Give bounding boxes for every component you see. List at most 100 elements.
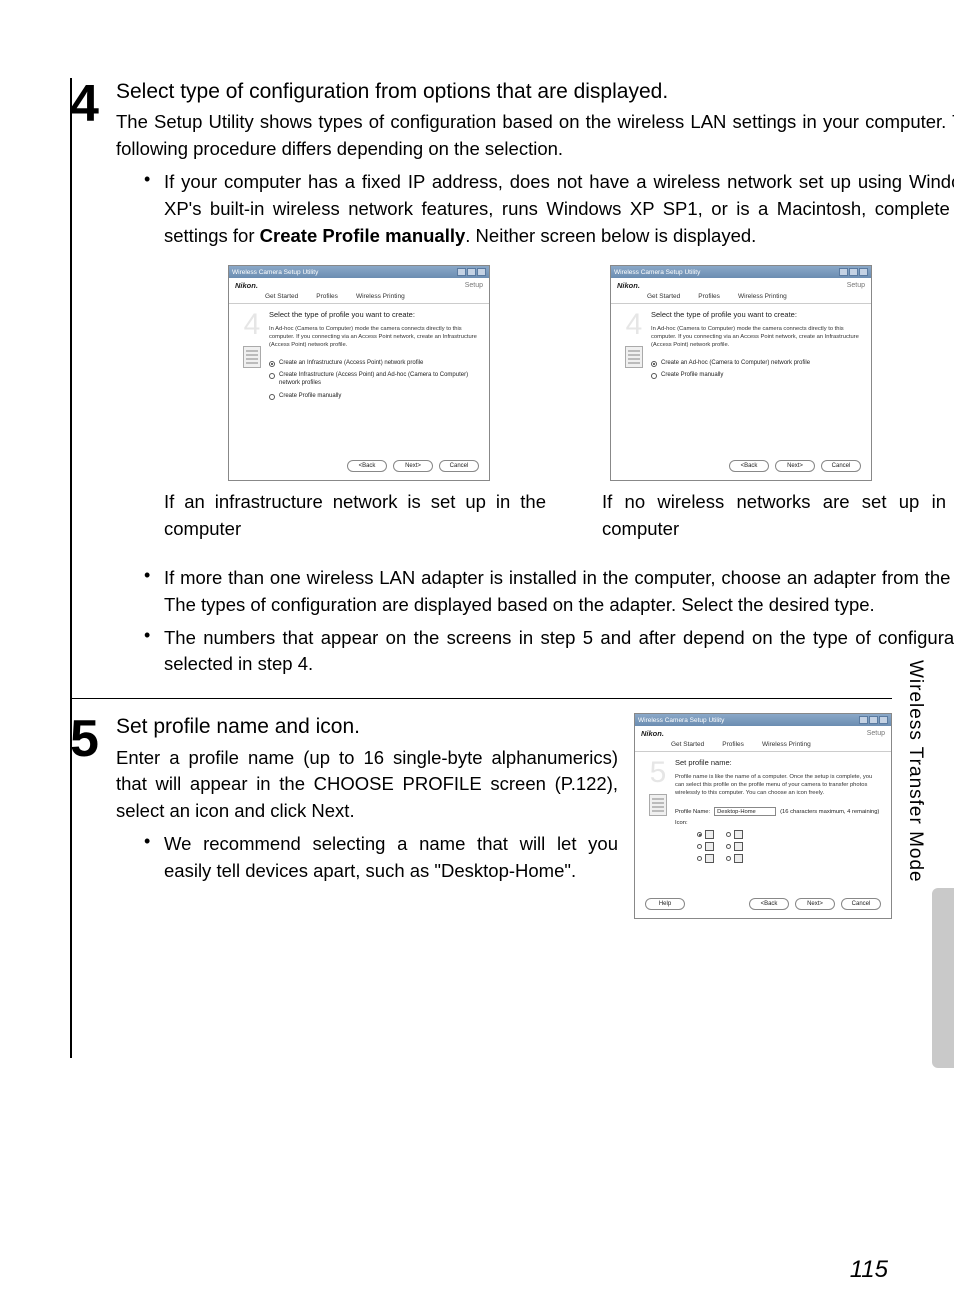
radio-adhoc[interactable]: Create an Ad-hoc (Camera to Computer) ne… bbox=[651, 360, 861, 368]
step-4-title: Select type of configuration from option… bbox=[116, 78, 954, 105]
next-button[interactable]: Next> bbox=[795, 898, 835, 910]
step-5-bullet-1: • We recommend selecting a name that wil… bbox=[144, 831, 618, 885]
min-icon bbox=[457, 268, 466, 276]
icon-opt-1[interactable] bbox=[697, 830, 714, 839]
next-button[interactable]: Next> bbox=[775, 460, 815, 472]
dlg-tabs[interactable]: Get Started Profiles Wireless Printing bbox=[229, 290, 489, 304]
brand-logo: Nikon. bbox=[235, 281, 258, 290]
pc-icon bbox=[649, 794, 667, 816]
dlg-heading: Select the type of profile you want to c… bbox=[651, 310, 861, 320]
step-5-title: Set profile name and icon. bbox=[116, 713, 618, 740]
setup-label: Setup bbox=[465, 282, 483, 289]
step-4-dialogs: Wireless Camera Setup Utility Nikon. Set… bbox=[116, 265, 954, 481]
building-icon bbox=[705, 842, 714, 851]
side-section-label: Wireless Transfer Mode bbox=[904, 660, 926, 883]
tab-wireless-printing[interactable]: Wireless Printing bbox=[762, 741, 811, 751]
step-4-desc: The Setup Utility shows types of configu… bbox=[116, 109, 954, 163]
page-number: 115 bbox=[850, 1256, 888, 1284]
dlg-title: Wireless Camera Setup Utility bbox=[232, 269, 318, 276]
icon-opt-2[interactable] bbox=[697, 842, 714, 851]
server-icon bbox=[734, 854, 743, 863]
b1-post: . Neither screen below is displayed. bbox=[465, 225, 756, 246]
pc-icon bbox=[243, 346, 261, 368]
d5-post: . bbox=[349, 800, 354, 821]
icon-opt-6[interactable] bbox=[726, 854, 743, 863]
tab-get-started[interactable]: Get Started bbox=[647, 293, 680, 303]
dlg-title: Wireless Camera Setup Utility bbox=[638, 717, 724, 724]
dlg-titlebar: Wireless Camera Setup Utility bbox=[611, 266, 871, 278]
dlg5-hint: Profile name is like the name of a compu… bbox=[675, 774, 881, 797]
dlg-titlebar: Wireless Camera Setup Utility bbox=[229, 266, 489, 278]
step-watermark-4: 4 bbox=[626, 310, 643, 340]
max-icon bbox=[467, 268, 476, 276]
pc-icon bbox=[625, 346, 643, 368]
dialog-profile-name: Wireless Camera Setup Utility Nikon. Set… bbox=[634, 713, 892, 919]
icon-grid bbox=[697, 830, 881, 863]
office-icon bbox=[705, 854, 714, 863]
d5-b1: CHOOSE PROFILE bbox=[314, 773, 482, 794]
tab-get-started[interactable]: Get Started bbox=[265, 293, 298, 303]
caption-right: If no wireless networks are set up in th… bbox=[602, 489, 954, 543]
dlg-hint: In Ad-hoc (Camera to Computer) mode the … bbox=[269, 326, 479, 349]
profile-name-label: Profile Name: bbox=[675, 809, 710, 815]
tab-profiles[interactable]: Profiles bbox=[722, 741, 744, 751]
back-button[interactable]: <Back bbox=[729, 460, 769, 472]
caption-left: If an infrastructure network is set up i… bbox=[164, 489, 546, 543]
next-button[interactable]: Next> bbox=[393, 460, 433, 472]
tab-wireless-printing[interactable]: Wireless Printing bbox=[356, 293, 405, 303]
cancel-button[interactable]: Cancel bbox=[821, 460, 861, 472]
step-5-desc: Enter a profile name (up to 16 single-by… bbox=[116, 745, 618, 825]
icon-label: Icon: bbox=[675, 820, 715, 826]
laptop-icon bbox=[734, 842, 743, 851]
dlg5-heading: Set profile name: bbox=[675, 758, 881, 768]
step-4-number: 4 bbox=[70, 78, 116, 678]
cancel-button[interactable]: Cancel bbox=[439, 460, 479, 472]
step-4: 4 Select type of configuration from opti… bbox=[70, 78, 892, 678]
dlg-heading: Select the type of profile you want to c… bbox=[269, 310, 479, 320]
radio-manual[interactable]: Create Profile manually bbox=[651, 372, 861, 380]
min-icon bbox=[859, 716, 868, 724]
setup-label: Setup bbox=[847, 282, 865, 289]
cancel-button[interactable]: Cancel bbox=[841, 898, 881, 910]
back-button[interactable]: <Back bbox=[347, 460, 387, 472]
min-icon bbox=[839, 268, 848, 276]
house-icon bbox=[705, 830, 714, 839]
icon-opt-5[interactable] bbox=[726, 842, 743, 851]
profile-name-input[interactable]: Desktop-Home bbox=[714, 807, 776, 816]
step-watermark-5: 5 bbox=[650, 758, 667, 788]
dlg-tabs[interactable]: Get Started Profiles Wireless Printing bbox=[611, 290, 871, 304]
tab-get-started[interactable]: Get Started bbox=[671, 741, 704, 751]
radio-both[interactable]: Create Infrastructure (Access Point) and… bbox=[269, 372, 479, 388]
window-controls[interactable] bbox=[839, 268, 868, 276]
brand-logo: Nikon. bbox=[617, 281, 640, 290]
step-4-bullet-3: • The numbers that appear on the screens… bbox=[144, 625, 954, 679]
icon-opt-3[interactable] bbox=[697, 854, 714, 863]
dlg-tabs[interactable]: Get Started Profiles Wireless Printing bbox=[635, 738, 891, 752]
dlg-hint: In Ad-hoc (Camera to Computer) mode the … bbox=[651, 326, 861, 349]
back-button[interactable]: <Back bbox=[749, 898, 789, 910]
tab-wireless-printing[interactable]: Wireless Printing bbox=[738, 293, 787, 303]
side-tab bbox=[932, 888, 954, 1068]
window-controls[interactable] bbox=[859, 716, 888, 724]
b1-bold: Create Profile manually bbox=[260, 225, 466, 246]
step-5-number: 5 bbox=[70, 713, 116, 919]
dlg-title: Wireless Camera Setup Utility bbox=[614, 269, 700, 276]
radio-infrastructure[interactable]: Create an Infrastructure (Access Point) … bbox=[269, 360, 479, 368]
window-controls[interactable] bbox=[457, 268, 486, 276]
dialog-no-networks: Wireless Camera Setup Utility Nikon. Set… bbox=[610, 265, 872, 481]
step-5: 5 Set profile name and icon. Enter a pro… bbox=[70, 713, 892, 919]
radio-manual[interactable]: Create Profile manually bbox=[269, 393, 479, 401]
step-4-bullet-2: • If more than one wireless LAN adapter … bbox=[144, 565, 954, 619]
tab-profiles[interactable]: Profiles bbox=[316, 293, 338, 303]
dialog-infrastructure: Wireless Camera Setup Utility Nikon. Set… bbox=[228, 265, 490, 481]
help-button[interactable]: Help bbox=[645, 898, 685, 910]
max-icon bbox=[869, 716, 878, 724]
step-divider bbox=[70, 698, 892, 699]
d5-b2: Next bbox=[311, 800, 349, 821]
close-icon bbox=[859, 268, 868, 276]
step-watermark-4: 4 bbox=[244, 310, 261, 340]
brand-logo: Nikon. bbox=[641, 729, 664, 738]
tab-profiles[interactable]: Profiles bbox=[698, 293, 720, 303]
step-4-bullet-1: • If your computer has a fixed IP addres… bbox=[144, 169, 954, 249]
icon-opt-4[interactable] bbox=[726, 830, 743, 839]
